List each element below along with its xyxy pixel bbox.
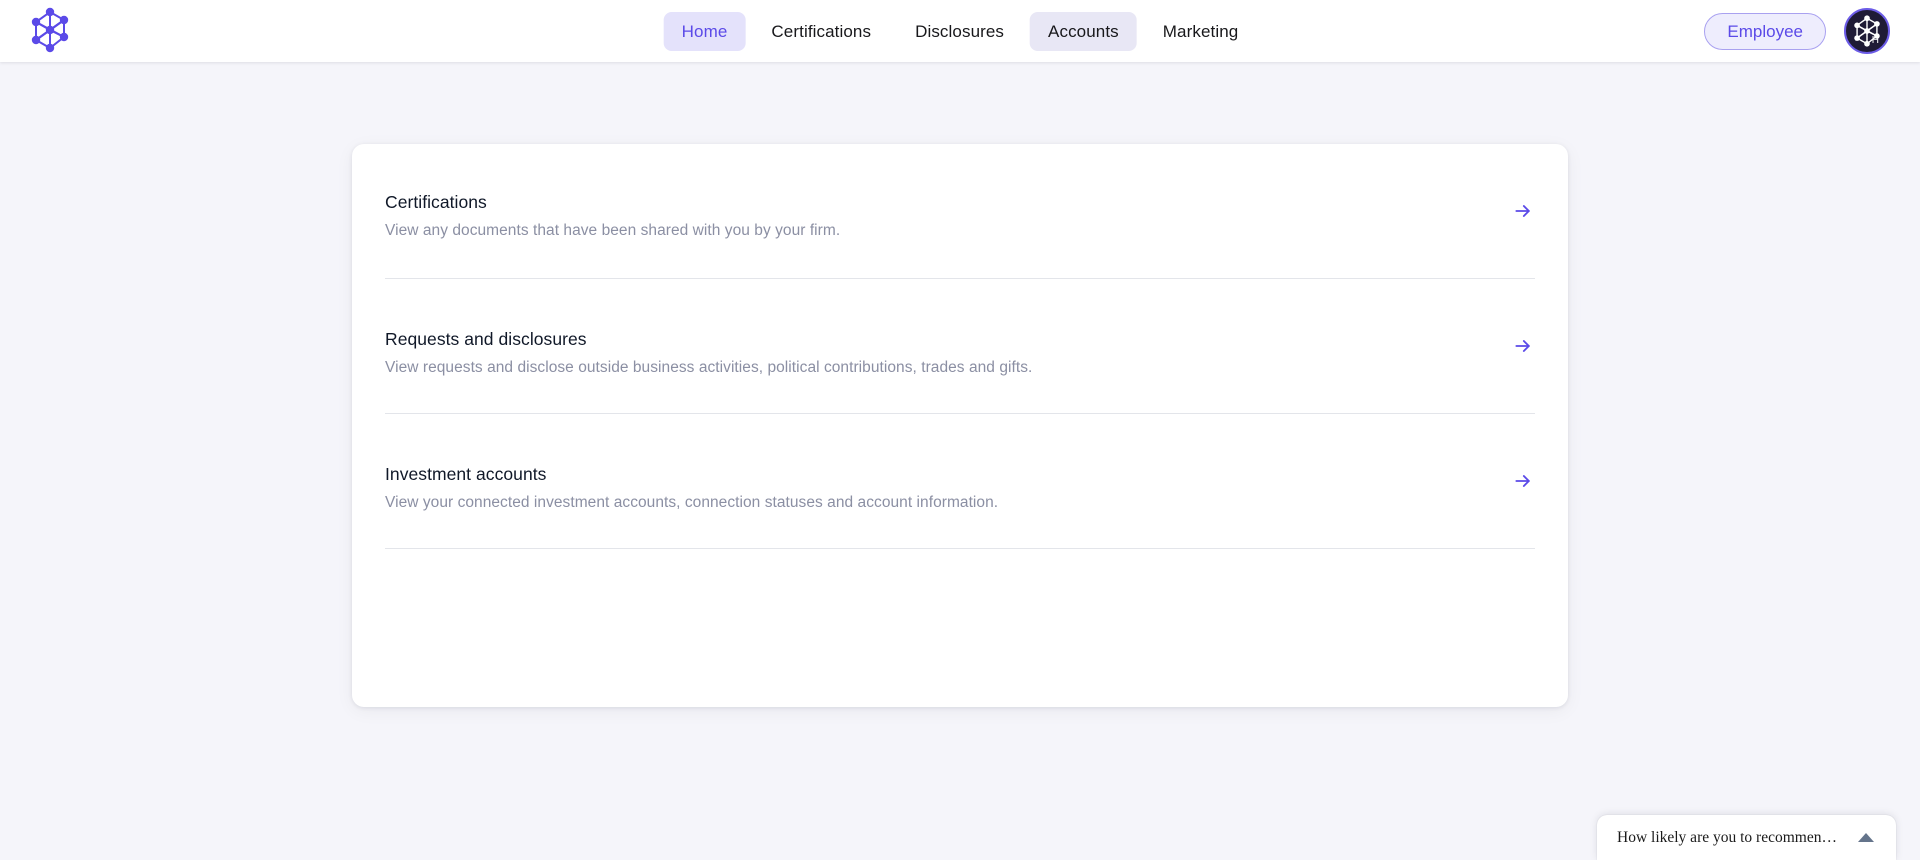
avatar-initial: H	[1871, 35, 1879, 46]
nav-item-accounts[interactable]: Accounts	[1030, 11, 1137, 51]
header-right-cluster: Employee H	[1704, 0, 1890, 62]
survey-widget[interactable]: How likely are you to recommen…	[1597, 815, 1896, 860]
primary-navigation: Home Certifications Disclosures Accounts…	[663, 0, 1257, 62]
row-divider	[385, 548, 1535, 549]
caret-up-icon[interactable]	[1858, 833, 1874, 842]
section-description: View your connected investment accounts,…	[385, 494, 999, 511]
employee-role-button[interactable]: Employee	[1704, 12, 1826, 50]
section-row-requests-and-disclosures[interactable]: Requests and disclosures View requests a…	[385, 279, 1535, 413]
nav-item-certifications[interactable]: Certifications	[753, 12, 889, 51]
arrow-right-icon[interactable]	[1511, 469, 1535, 493]
arrow-right-icon[interactable]	[1511, 199, 1535, 223]
avatar[interactable]: H	[1844, 8, 1890, 54]
page-body: Certifications View any documents that h…	[0, 62, 1920, 860]
nav-item-disclosures[interactable]: Disclosures	[897, 12, 1022, 51]
section-description: View any documents that have been shared…	[385, 222, 841, 239]
home-sections-card: Certifications View any documents that h…	[352, 144, 1568, 707]
survey-question-text: How likely are you to recommen…	[1617, 828, 1837, 846]
section-row-certifications[interactable]: Certifications View any documents that h…	[385, 144, 1535, 278]
section-title: Requests and disclosures	[385, 329, 587, 349]
section-title: Certifications	[385, 192, 487, 212]
network-graph-logo-icon[interactable]	[26, 6, 74, 54]
nav-item-marketing[interactable]: Marketing	[1145, 12, 1257, 51]
app-header: Home Certifications Disclosures Accounts…	[0, 0, 1920, 62]
arrow-right-icon[interactable]	[1511, 334, 1535, 358]
section-description: View requests and disclose outside busin…	[385, 359, 1033, 376]
section-row-investment-accounts[interactable]: Investment accounts View your connected …	[385, 414, 1535, 548]
nav-item-home[interactable]: Home	[663, 11, 746, 51]
section-title: Investment accounts	[385, 464, 547, 484]
